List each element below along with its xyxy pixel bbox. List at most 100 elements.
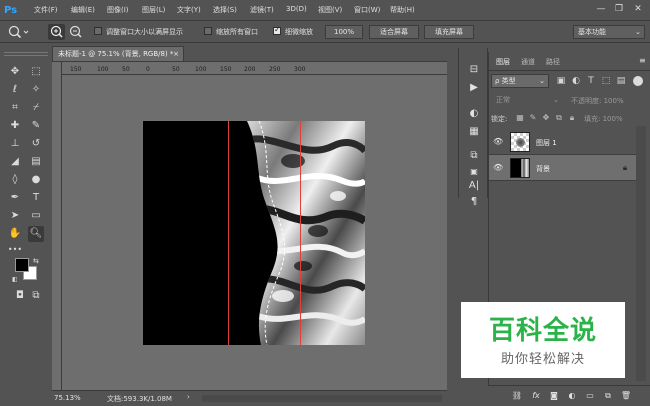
pen-tool-icon[interactable]: ✒ <box>7 190 23 206</box>
tab-layers[interactable]: 图层 <box>491 55 515 70</box>
lock-artboard-icon[interactable]: ⧉ <box>554 113 564 123</box>
history-brush-tool-icon[interactable]: ↺ <box>28 136 44 152</box>
foreground-color-swatch[interactable] <box>15 258 29 272</box>
layer-row[interactable]: 👁︎ 图层 1 <box>489 129 638 155</box>
menu-view[interactable]: 视图(V) <box>318 5 342 15</box>
filter-smart-object-icon[interactable]: ▤ <box>615 75 627 87</box>
toolbar-grip[interactable] <box>4 52 48 56</box>
zoom-tool-icon[interactable]: 🔍︎ <box>28 226 44 242</box>
healing-brush-tool-icon[interactable]: ✚ <box>7 118 23 134</box>
actions-panel-icon[interactable]: ▶ <box>466 80 482 96</box>
layer-thumbnail <box>510 158 530 178</box>
lock-all-icon[interactable]: 🔒︎ <box>567 113 577 123</box>
menu-layer[interactable]: 图层(L) <box>142 5 165 15</box>
close-window-button[interactable]: ✕ <box>629 2 647 17</box>
menu-file[interactable]: 文件(F) <box>34 5 58 15</box>
magic-wand-tool-icon[interactable]: ✧ <box>28 82 44 98</box>
paragraph-panel-icon[interactable]: ¶ <box>466 194 482 210</box>
layer-style-icon[interactable]: fx <box>530 390 542 402</box>
properties-panel-icon[interactable]: ▦ <box>466 124 482 140</box>
panel-menu-icon[interactable]: ≡ <box>639 56 646 65</box>
lock-transparent-icon[interactable]: ▦ <box>515 113 525 123</box>
horizontal-ruler[interactable]: 150 100 50 0 50 100 150 200 250 300 <box>62 62 447 75</box>
menu-edit[interactable]: 编辑(E) <box>71 5 95 15</box>
zoom-in-button[interactable] <box>48 24 65 40</box>
move-tool-icon[interactable]: ✥ <box>7 64 23 80</box>
zoom-100-button[interactable]: 100% <box>325 25 363 39</box>
character-panel-icon[interactable]: A| <box>466 178 482 194</box>
opacity-field[interactable]: 不透明度: 100% <box>571 96 624 106</box>
tab-paths[interactable]: 路径 <box>541 55 565 70</box>
zoom-level-readout[interactable]: 75.13% <box>54 394 81 402</box>
fill-field[interactable]: 填充: 100% <box>584 114 623 124</box>
layers-scrollbar[interactable] <box>636 126 646 381</box>
layer-row[interactable]: 👁︎ 背景 🔒︎ <box>489 155 638 181</box>
link-layers-icon[interactable]: ⛓ <box>511 390 523 402</box>
layer-kind-filter[interactable]: ρ 类型 ⌄ <box>491 74 549 88</box>
eye-icon[interactable]: 👁︎ <box>493 137 503 147</box>
tools-panel: ✥ ⬚ ℓ ✧ ⌗ ⌿ ✚ ✎ ⊥ ↺ ◢ ▤ ◊ ● ✒ T ➤ ▭ ✋ 🔍︎… <box>0 52 52 318</box>
close-tab-icon[interactable]: × <box>173 47 179 62</box>
libraries-panel-icon[interactable]: ⧉ <box>466 148 482 164</box>
menu-window[interactable]: 窗口(W) <box>354 5 380 15</box>
eye-icon[interactable]: 👁︎ <box>493 163 503 173</box>
more-tools-icon[interactable]: ••• <box>7 242 23 258</box>
history-panel-icon[interactable]: ⊟ <box>466 62 482 78</box>
adjustments-panel-icon[interactable]: ◐ <box>466 106 482 122</box>
workspace-select[interactable]: 基本功能 ⌄ <box>573 25 645 39</box>
new-adjustment-layer-icon[interactable]: ◐ <box>566 390 578 402</box>
filter-toggle-icon[interactable] <box>633 76 643 86</box>
menu-select[interactable]: 选择(S) <box>213 5 237 15</box>
menu-filter[interactable]: 滤镜(T) <box>250 5 274 15</box>
ruler-tick-label: 150 <box>220 66 232 73</box>
delete-layer-icon[interactable]: 🗑︎ <box>620 390 632 402</box>
scrubby-zoom-checkbox[interactable] <box>273 25 281 35</box>
lasso-tool-icon[interactable]: ℓ <box>7 82 23 98</box>
restore-button[interactable]: ❐ <box>610 2 628 17</box>
menu-3d[interactable]: 3D(D) <box>286 5 307 13</box>
filter-adjustment-icon[interactable]: ◐ <box>570 75 582 87</box>
menu-help[interactable]: 帮助(H) <box>390 5 415 15</box>
path-selection-tool-icon[interactable]: ➤ <box>7 208 23 224</box>
default-colors-icon[interactable]: ◧ <box>12 276 18 283</box>
vertical-ruler[interactable] <box>52 62 62 390</box>
add-mask-icon[interactable]: ◙ <box>548 390 560 402</box>
filter-shape-icon[interactable]: ⬚ <box>600 75 612 87</box>
tab-channels[interactable]: 通道 <box>516 55 540 70</box>
hand-tool-icon[interactable]: ✋ <box>7 226 23 242</box>
status-menu-arrow[interactable]: › <box>187 393 190 401</box>
lock-image-icon[interactable]: ✎ <box>528 113 538 123</box>
menu-type[interactable]: 文字(Y) <box>177 5 201 15</box>
type-tool-icon[interactable]: T <box>28 190 44 206</box>
crop-tool-icon[interactable]: ⌗ <box>7 100 23 116</box>
swap-colors-icon[interactable]: ⇆ <box>33 257 39 265</box>
blend-mode-select[interactable]: 正常 ⌄ <box>491 93 563 107</box>
dodge-tool-icon[interactable]: ● <box>28 172 44 188</box>
quick-mask-icon[interactable]: ◘ <box>12 288 28 304</box>
eyedropper-tool-icon[interactable]: ⌿ <box>28 100 44 116</box>
brush-tool-icon[interactable]: ✎ <box>28 118 44 134</box>
new-group-icon[interactable]: ▭ <box>584 390 596 402</box>
new-layer-icon[interactable]: ⧉ <box>602 390 614 402</box>
screen-mode-icon[interactable]: ⧉ <box>28 288 44 304</box>
resize-windows-checkbox[interactable] <box>94 27 102 35</box>
menu-image[interactable]: 图像(I) <box>107 5 129 15</box>
fit-screen-button[interactable]: 适合屏幕 <box>369 25 419 39</box>
clone-stamp-tool-icon[interactable]: ⊥ <box>7 136 23 152</box>
filter-pixel-icon[interactable]: ▣ <box>555 75 567 87</box>
gradient-tool-icon[interactable]: ▤ <box>28 154 44 170</box>
zoom-all-windows-checkbox[interactable] <box>204 27 212 35</box>
fill-screen-button[interactable]: 填充屏幕 <box>424 25 474 39</box>
minimize-button[interactable]: — <box>592 2 610 17</box>
document-canvas[interactable] <box>143 121 365 345</box>
blur-tool-icon[interactable]: ◊ <box>7 172 23 188</box>
horizontal-scrollbar[interactable] <box>202 395 442 402</box>
eraser-tool-icon[interactable]: ◢ <box>7 154 23 170</box>
marquee-tool-icon[interactable]: ⬚ <box>28 64 44 80</box>
zoom-tool-preset[interactable] <box>6 24 30 40</box>
zoom-out-button[interactable] <box>67 24 84 40</box>
filter-type-icon[interactable]: T <box>585 75 597 87</box>
document-tab[interactable]: 未标题-1 @ 75.1% (背景, RGB/8) * × <box>52 46 184 62</box>
rectangle-tool-icon[interactable]: ▭ <box>28 208 44 224</box>
lock-position-icon[interactable]: ✥ <box>541 113 551 123</box>
